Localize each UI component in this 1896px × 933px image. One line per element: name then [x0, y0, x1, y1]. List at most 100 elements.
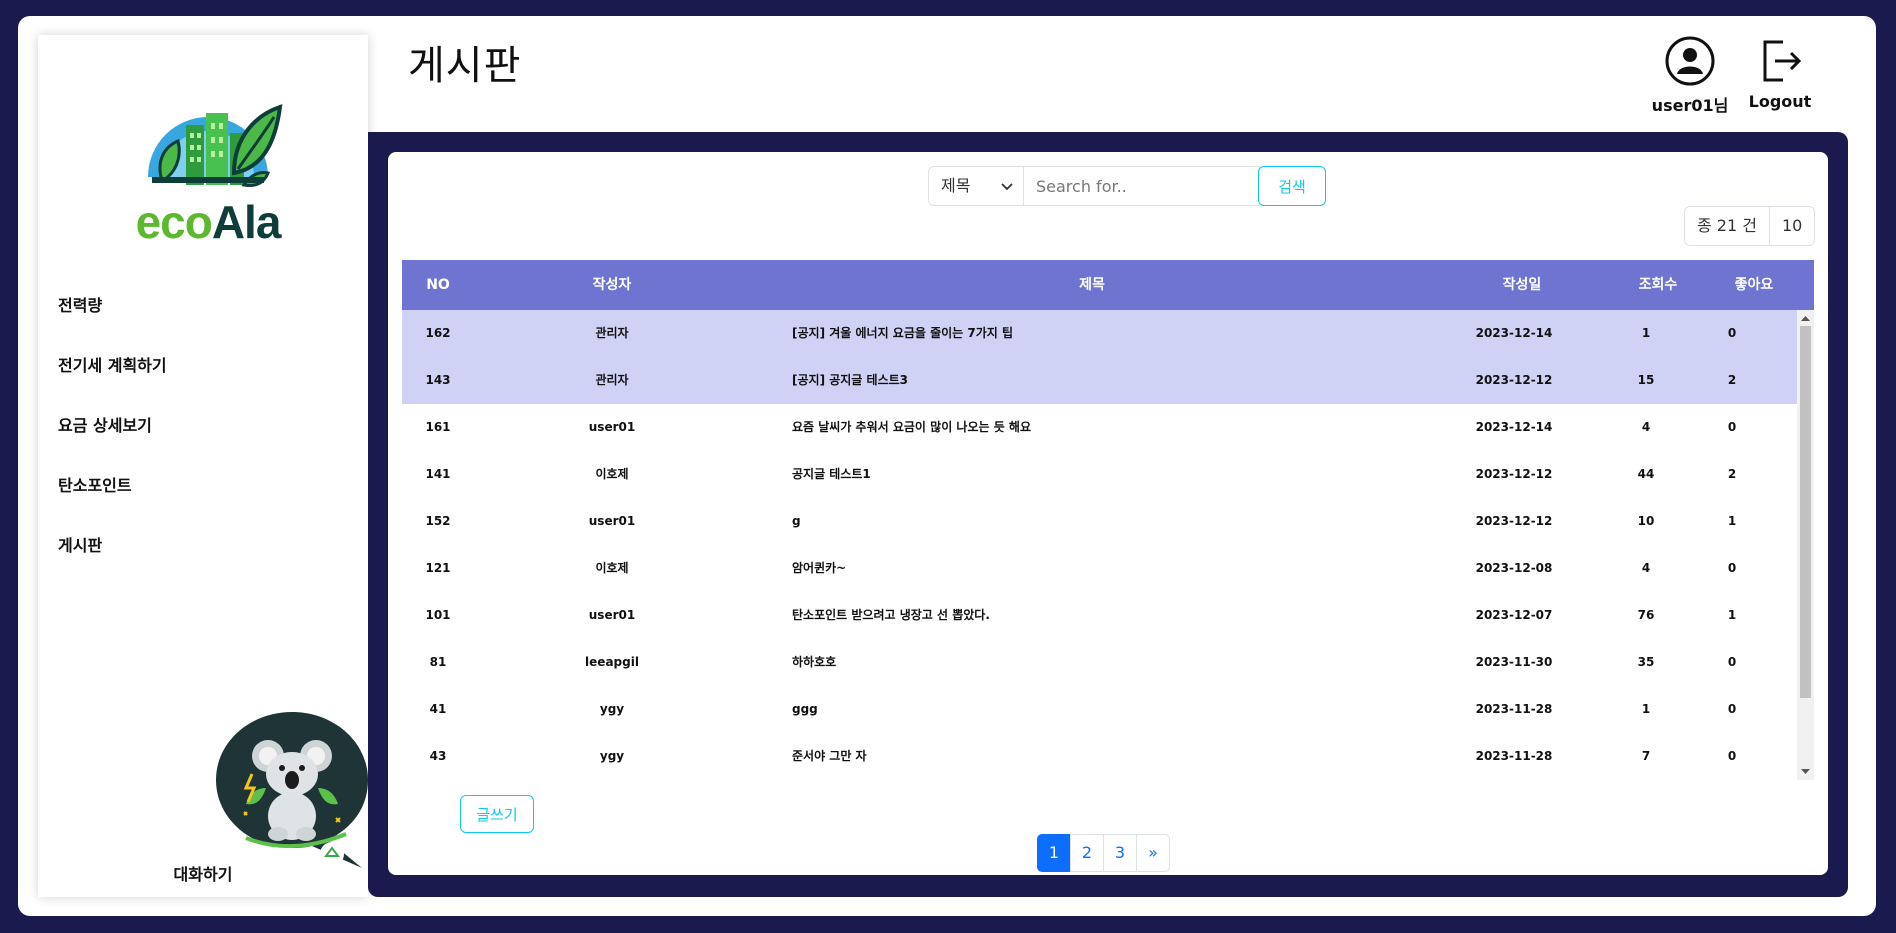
- cell-likes: 0: [1727, 702, 1737, 716]
- logout[interactable]: Logout: [1740, 36, 1820, 111]
- table-body: 162 관리자 [공지] 겨울 에너지 요금을 줄이는 7가지 팁 2023-12-1…: [402, 310, 1797, 780]
- page-2-button[interactable]: 2: [1070, 834, 1104, 872]
- cell-author: 관리자: [595, 373, 629, 387]
- table-row-notice[interactable]: 143 관리자 [공지] 공지글 테스트3 2023-12-12 15 2: [402, 357, 1797, 404]
- search-button[interactable]: 검색: [1258, 166, 1326, 206]
- cell-views: 76: [1637, 608, 1655, 622]
- chat-label[interactable]: 대화하기: [38, 861, 368, 885]
- page-size[interactable]: 10: [1769, 206, 1816, 246]
- cell-likes: 0: [1727, 420, 1737, 434]
- search-input[interactable]: [1024, 166, 1260, 206]
- cell-title[interactable]: 암어퀸카~: [792, 545, 1392, 592]
- user-avatar-icon[interactable]: [1665, 36, 1715, 86]
- cell-views: 7: [1641, 749, 1651, 763]
- sidebar: ecoAla 전력량 전기세 계획하기 요금 상세보기 탄소포인트 게시판 대화…: [38, 35, 368, 897]
- scroll-up-icon[interactable]: [1801, 314, 1810, 323]
- cell-no: 81: [429, 655, 447, 669]
- page-3-button[interactable]: 3: [1103, 834, 1137, 872]
- cell-no: 161: [425, 420, 451, 434]
- table-row[interactable]: 121 이호제 암어퀸카~ 2023-12-08 4 0: [402, 545, 1797, 592]
- search-field-select[interactable]: 제목: [928, 166, 1024, 206]
- cell-author: ygy: [599, 749, 625, 763]
- page-1-button[interactable]: 1: [1037, 834, 1071, 872]
- sidebar-item-bill-planning[interactable]: 전기세 계획하기: [58, 345, 167, 405]
- cell-likes: 0: [1727, 326, 1737, 340]
- cell-date: 2023-12-07: [1475, 608, 1553, 622]
- cell-author: user01: [588, 608, 636, 622]
- table-row-notice[interactable]: 162 관리자 [공지] 겨울 에너지 요금을 줄이는 7가지 팁 2023-12-1…: [402, 310, 1797, 357]
- cell-date: 2023-12-14: [1475, 326, 1553, 340]
- scroll-down-icon[interactable]: [1801, 767, 1810, 776]
- table-row[interactable]: 152 user01 g 2023-12-12 10 1: [402, 498, 1797, 545]
- cell-likes: 2: [1727, 373, 1737, 387]
- sidebar-item-bill-details[interactable]: 요금 상세보기: [58, 405, 167, 465]
- table-scrollbar[interactable]: [1797, 310, 1814, 780]
- cell-likes: 1: [1727, 608, 1737, 622]
- cell-author: user01: [588, 420, 636, 434]
- table-header: NO 작성자 제목 작성일 조회수 좋아요: [402, 260, 1814, 310]
- table-row[interactable]: 41 ygy ggg 2023-11-28 1 0: [402, 686, 1797, 733]
- table-row[interactable]: 161 user01 요즘 날씨가 추워서 요금이 많이 나오는 듯 해요 2023-…: [402, 404, 1797, 451]
- cell-date: 2023-12-14: [1475, 420, 1553, 434]
- cell-author: 이호제: [595, 467, 629, 481]
- header-no: NO: [426, 277, 450, 293]
- cell-no: 101: [425, 608, 451, 622]
- header-title: 제목: [1079, 277, 1105, 293]
- cell-title[interactable]: 공지글 테스트1: [792, 451, 1392, 498]
- logo-text-eco: eco: [135, 196, 213, 248]
- table-row[interactable]: 141 이호제 공지글 테스트1 2023-12-12 44 2: [402, 451, 1797, 498]
- table-row[interactable]: 101 user01 탄소포인트 받으려고 냉장고 선 뽑았다. 2023-12-07…: [402, 592, 1797, 639]
- table-row[interactable]: 43 ygy 준서야 그만 자 2023-11-28 7 0: [402, 733, 1797, 780]
- header-likes: 좋아요: [1734, 277, 1774, 293]
- cell-author: user01: [588, 514, 636, 528]
- cell-title[interactable]: [공지] 겨울 에너지 요금을 줄이는 7가지 팁: [792, 310, 1392, 357]
- cell-title[interactable]: [공지] 공지글 테스트3: [792, 357, 1392, 404]
- next-page-button[interactable]: »: [1136, 834, 1170, 872]
- header-views: 조회수: [1638, 277, 1678, 293]
- sidebar-nav: 전력량 전기세 계획하기 요금 상세보기 탄소포인트 게시판: [58, 285, 167, 585]
- cell-no: 43: [429, 749, 447, 763]
- chevron-down-icon: [1001, 183, 1013, 191]
- cell-date: 2023-11-30: [1475, 655, 1553, 669]
- cell-title[interactable]: ggg: [792, 686, 1392, 733]
- table-row[interactable]: 81 leeapgil 하하호호 2023-11-30 35 0: [402, 639, 1797, 686]
- logo-wordmark: ecoAla: [126, 195, 290, 249]
- cell-views: 44: [1637, 467, 1655, 481]
- board-table: NO 작성자 제목 작성일 조회수 좋아요 162 관리자 [공지] 겨울 에너지 …: [402, 260, 1814, 780]
- cell-date: 2023-11-28: [1475, 702, 1553, 716]
- cell-author: leeapgil: [585, 655, 639, 669]
- pagination: 1 2 3 »: [1037, 834, 1170, 872]
- cell-no: 152: [425, 514, 451, 528]
- search-bar: 제목 검색: [928, 166, 1326, 206]
- cell-date: 2023-12-12: [1475, 373, 1553, 387]
- sidebar-item-carbon-points[interactable]: 탄소포인트: [58, 465, 167, 525]
- cell-title[interactable]: g: [792, 498, 1392, 545]
- cell-title[interactable]: 하하호호: [792, 639, 1392, 686]
- cell-views: 15: [1637, 373, 1655, 387]
- scroll-thumb[interactable]: [1800, 326, 1811, 698]
- cell-likes: 0: [1727, 561, 1737, 575]
- cell-likes: 1: [1727, 514, 1737, 528]
- cell-views: 1: [1641, 326, 1651, 340]
- cell-no: 121: [425, 561, 451, 575]
- write-post-button[interactable]: 글쓰기: [460, 795, 534, 833]
- cell-no: 41: [429, 702, 447, 716]
- logo-text-ala: Ala: [211, 196, 282, 248]
- sidebar-item-board[interactable]: 게시판: [58, 525, 167, 585]
- cell-no: 162: [425, 326, 451, 340]
- result-summary: 종 21 건 10: [1684, 206, 1816, 246]
- logout-icon[interactable]: [1755, 36, 1805, 86]
- cell-author: ygy: [599, 702, 625, 716]
- board-card: 제목 검색 종 21 건 10 NO 작성자 제목 작성일 조회수 좋아요 16…: [388, 152, 1828, 875]
- cell-views: 4: [1641, 561, 1651, 575]
- user-name-label: user01님: [1651, 96, 1729, 115]
- cell-title[interactable]: 요즘 날씨가 추워서 요금이 많이 나오는 듯 해요: [792, 404, 1392, 451]
- total-count: 종 21 건: [1684, 206, 1770, 246]
- cell-no: 143: [425, 373, 451, 387]
- cell-date: 2023-12-12: [1475, 467, 1553, 481]
- sidebar-item-power-usage[interactable]: 전력량: [58, 285, 167, 345]
- cell-views: 1: [1641, 702, 1651, 716]
- cell-title[interactable]: 준서야 그만 자: [792, 733, 1392, 780]
- cell-title[interactable]: 탄소포인트 받으려고 냉장고 선 뽑았다.: [792, 592, 1392, 639]
- user-profile[interactable]: user01님: [1650, 36, 1730, 116]
